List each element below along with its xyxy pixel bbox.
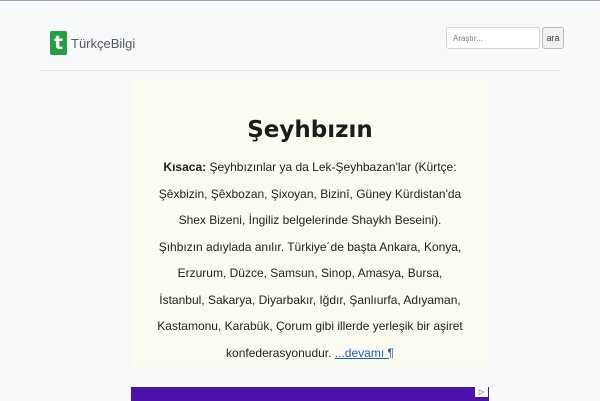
brand-link[interactable]: t TürkçeBilgi (50, 31, 135, 55)
ad-banner[interactable]: ▷ (131, 387, 489, 401)
search-input[interactable] (446, 27, 540, 49)
search-button[interactable]: ara (542, 27, 564, 49)
brand-name: TürkçeBilgi (71, 35, 136, 51)
summary-text: Şeyhbızınlar ya da Lek-Şeyhbazan'lar (Kü… (157, 160, 463, 360)
ad-choices-icon[interactable]: ▷ (475, 387, 488, 397)
read-more-link[interactable]: ...devamı ¶ (335, 346, 394, 360)
summary-lead-label: Kısaca: (163, 160, 207, 174)
article-summary: Kısaca: Şeyhbızınlar ya da Lek-Şeyhbazan… (155, 154, 465, 366)
navbar: t TürkçeBilgi ara (40, 1, 564, 71)
brand-logo-icon: t (50, 31, 67, 55)
article-title: Şeyhbızın (247, 117, 373, 143)
article-card: Şeyhbızın Kısaca: Şeyhbızınlar ya da Lek… (131, 80, 489, 367)
